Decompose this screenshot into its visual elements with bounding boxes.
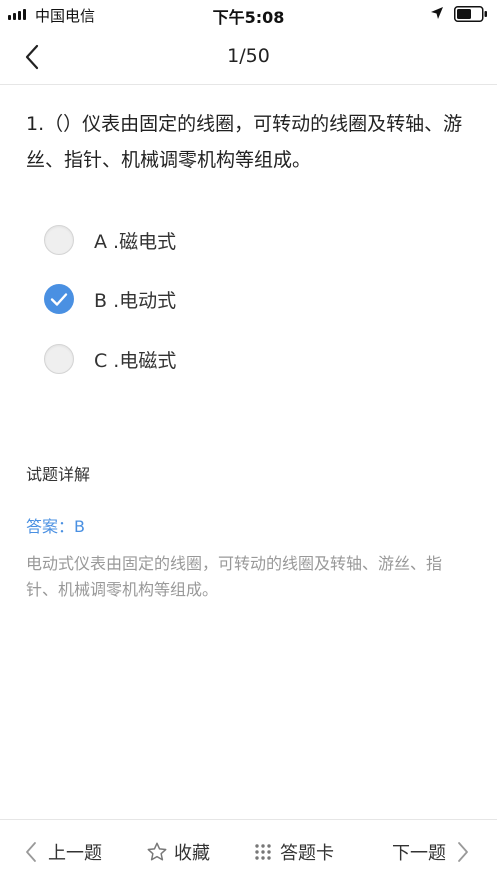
status-time: 下午5:08: [212, 8, 285, 27]
chevron-right-icon: [458, 842, 468, 862]
page-title: 1/50: [227, 45, 270, 67]
question-text: 1.（）仪表由固定的线圈，可转动的线圈及转轴、游丝、指针、机械调零机构等组成。: [26, 113, 463, 171]
answer-card-label: 答题卡: [280, 843, 334, 864]
answer-card-button[interactable]: 答题卡: [254, 820, 334, 884]
option-c[interactable]: C .电磁式: [44, 343, 344, 377]
analysis-text: 电动式仪表由固定的线圈，可转动的线圈及转轴、游丝、指针、机械调零机构等组成。: [26, 554, 443, 599]
explanation-heading: 试题详解: [26, 465, 91, 484]
answer-text: 答案：B: [26, 517, 85, 536]
favorite-label: 收藏: [174, 843, 210, 864]
nav-bar: 1/50: [0, 28, 497, 85]
prev-question-button[interactable]: 上一题: [24, 820, 102, 884]
option-b[interactable]: B .电动式: [44, 283, 344, 317]
option-b-label: B .电动式: [94, 290, 177, 312]
radio-checked-icon: [44, 284, 74, 314]
star-icon: [147, 842, 167, 861]
battery-icon: [454, 6, 487, 22]
next-question-label: 下一题: [392, 843, 446, 864]
favorite-button[interactable]: 收藏: [146, 820, 210, 884]
prev-question-label: 上一题: [48, 843, 102, 864]
option-a[interactable]: A .磁电式: [44, 224, 344, 258]
grid-dots-icon: [255, 844, 271, 860]
checkmark-icon: [50, 293, 68, 306]
option-c-label: C .电磁式: [94, 350, 177, 372]
location-arrow-icon: [431, 7, 443, 19]
chevron-left-icon: [26, 842, 36, 862]
bottom-toolbar: 上一题 收藏 答题卡 下一题: [0, 819, 497, 884]
radio-unchecked-icon: [44, 344, 74, 374]
status-bar: 中国电信 下午5:08: [0, 0, 497, 28]
next-question-button[interactable]: 下一题: [392, 820, 470, 884]
radio-unchecked-icon: [44, 225, 74, 255]
option-a-label: A .磁电式: [94, 231, 177, 253]
